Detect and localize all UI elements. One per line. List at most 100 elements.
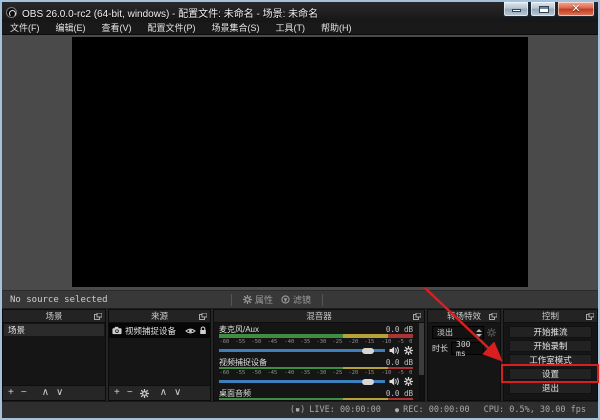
menu-file[interactable]: 文件(F) xyxy=(2,22,48,35)
minimize-button[interactable] xyxy=(503,2,529,17)
transition-selected-value: 淡出 xyxy=(433,327,474,338)
menu-tools[interactable]: 工具(T) xyxy=(268,22,314,35)
channel-volume-db: 0.0 dB xyxy=(386,358,413,367)
duration-spinbox[interactable]: 300 ms xyxy=(451,342,484,355)
controls-panel-title: 控制 xyxy=(542,310,559,322)
sources-panel-title: 来源 xyxy=(151,310,168,322)
sources-toolbar: + − ∧ ∨ xyxy=(109,385,210,400)
mixer-panel-title: 混音器 xyxy=(306,310,332,322)
channel-volume-db: 0.0 dB xyxy=(386,325,413,334)
toolbar-separator xyxy=(322,294,323,306)
transitions-body: 淡出 时长 300 ms xyxy=(428,323,500,400)
menu-help[interactable]: 帮助(H) xyxy=(313,22,360,35)
menu-profile[interactable]: 配置文件(P) xyxy=(140,22,204,35)
obs-window: OBS 26.0.0-rc2 (64-bit, windows) - 配置文件:… xyxy=(0,0,600,420)
close-button[interactable]: ✕ xyxy=(557,2,595,17)
obs-logo-icon xyxy=(6,7,17,18)
status-bar: (▪) LIVE: 00:00:00 ● REC: 00:00:00 CPU: … xyxy=(2,401,598,418)
sources-panel: 来源 视频捕捉设备 xyxy=(108,309,211,401)
volume-slider[interactable] xyxy=(219,345,385,356)
start-streaming-button[interactable]: 开始推流 xyxy=(509,326,592,338)
sources-panel-header[interactable]: 来源 xyxy=(109,310,210,323)
menu-bar: 文件(F) 编辑(E) 查看(V) 配置文件(P) 场景集合(S) 工具(T) … xyxy=(2,22,598,35)
maximize-icon xyxy=(539,6,549,13)
mixer-panel-header[interactable]: 混音器 xyxy=(214,310,424,323)
transition-select[interactable]: 淡出 xyxy=(432,326,484,339)
popout-icon[interactable] xyxy=(94,313,102,320)
toolbar-separator xyxy=(231,294,232,306)
visibility-eye-icon[interactable] xyxy=(185,327,196,335)
popout-icon[interactable] xyxy=(199,313,207,320)
speaker-icon[interactable] xyxy=(389,346,400,355)
transitions-panel-title: 转场特效 xyxy=(447,310,481,322)
controls-body: 开始推流 开始录制 工作室模式 设置 退出 xyxy=(504,323,597,400)
dock-area: 场景 场景 + − ∧ ∨ 来源 xyxy=(2,309,598,401)
db-scale: -60-55-50-45-40-35-30-25-20-15-10-50 xyxy=(219,369,413,376)
close-icon: ✕ xyxy=(558,2,594,16)
menu-edit[interactable]: 编辑(E) xyxy=(48,22,94,35)
source-selection-status: No source selected xyxy=(10,295,108,305)
filters-button[interactable]: 滤镜 xyxy=(277,293,315,306)
scene-down-button[interactable]: ∨ xyxy=(56,388,63,398)
source-up-button[interactable]: ∧ xyxy=(160,388,167,398)
popout-icon[interactable] xyxy=(586,313,594,320)
controls-panel-header[interactable]: 控制 xyxy=(504,310,597,323)
remove-scene-button[interactable]: − xyxy=(21,388,27,398)
speaker-icon[interactable] xyxy=(389,377,400,386)
mixer-scrollbar[interactable] xyxy=(419,323,424,400)
filters-label: 滤镜 xyxy=(293,293,311,306)
exit-button[interactable]: 退出 xyxy=(509,382,592,394)
lock-icon[interactable] xyxy=(199,326,207,335)
channel-gear-icon[interactable] xyxy=(404,346,413,355)
controls-panel: 控制 开始推流 开始录制 工作室模式 设置 退出 xyxy=(503,309,598,401)
start-recording-button[interactable]: 开始录制 xyxy=(509,340,592,352)
transition-properties-gear-icon[interactable] xyxy=(487,328,496,337)
scene-up-button[interactable]: ∧ xyxy=(42,388,49,398)
menu-view[interactable]: 查看(V) xyxy=(94,22,140,35)
mixer-body: 麦克风/Aux 0.0 dB -60-55-50-45-40-35-30-25-… xyxy=(214,323,424,400)
duration-value: 300 ms xyxy=(452,340,483,358)
maximize-button[interactable] xyxy=(530,2,556,17)
source-down-button[interactable]: ∨ xyxy=(174,388,181,398)
channel-gear-icon[interactable] xyxy=(404,377,413,386)
properties-button[interactable]: 属性 xyxy=(239,293,277,306)
transitions-panel-header[interactable]: 转场特效 xyxy=(428,310,500,323)
volume-slider-handle[interactable] xyxy=(362,348,374,354)
source-name: 视频捕捉设备 xyxy=(125,325,176,337)
camera-icon xyxy=(112,326,122,335)
properties-label: 属性 xyxy=(255,293,273,306)
preview-canvas[interactable] xyxy=(72,37,528,287)
add-scene-button[interactable]: + xyxy=(8,388,14,398)
menu-scene-collection[interactable]: 场景集合(S) xyxy=(204,22,268,35)
mixer-channel-desktop: 桌面音频 0.0 dB xyxy=(219,389,419,400)
window-title: OBS 26.0.0-rc2 (64-bit, windows) - 配置文件:… xyxy=(22,5,318,20)
scenes-panel-title: 场景 xyxy=(45,310,62,322)
preview-area xyxy=(2,35,598,290)
settings-button[interactable]: 设置 xyxy=(509,368,592,380)
scenes-panel-header[interactable]: 场景 xyxy=(3,310,105,323)
channel-volume-db: 0.0 dB xyxy=(386,389,413,398)
live-time: LIVE: 00:00:00 xyxy=(309,405,381,415)
scene-list-item[interactable]: 场景 xyxy=(4,324,104,336)
source-list-item[interactable]: 视频捕捉设备 xyxy=(109,323,210,338)
volume-slider-handle[interactable] xyxy=(362,379,374,385)
rec-time: REC: 00:00:00 xyxy=(403,405,470,415)
popout-icon[interactable] xyxy=(413,313,421,320)
scenes-list: 场景 xyxy=(3,323,105,385)
duration-stepper[interactable] xyxy=(487,345,496,353)
scenes-panel: 场景 场景 + − ∧ ∨ xyxy=(2,309,106,401)
source-properties-gear-icon[interactable] xyxy=(140,389,149,398)
mixer-channel-mic: 麦克风/Aux 0.0 dB -60-55-50-45-40-35-30-25-… xyxy=(219,325,419,356)
popout-icon[interactable] xyxy=(489,313,497,320)
remove-source-button[interactable]: − xyxy=(127,388,133,398)
volume-meter xyxy=(219,398,413,400)
title-bar[interactable]: OBS 26.0.0-rc2 (64-bit, windows) - 配置文件:… xyxy=(2,2,598,22)
duration-label: 时长 xyxy=(432,343,448,354)
volume-slider[interactable] xyxy=(219,376,385,387)
studio-mode-button[interactable]: 工作室模式 xyxy=(509,354,592,366)
db-scale: -60-55-50-45-40-35-30-25-20-15-10-50 xyxy=(219,338,413,345)
live-icon: (▪) xyxy=(290,405,305,415)
add-source-button[interactable]: + xyxy=(114,388,120,398)
minimize-icon xyxy=(512,9,521,12)
gear-icon xyxy=(243,295,252,304)
